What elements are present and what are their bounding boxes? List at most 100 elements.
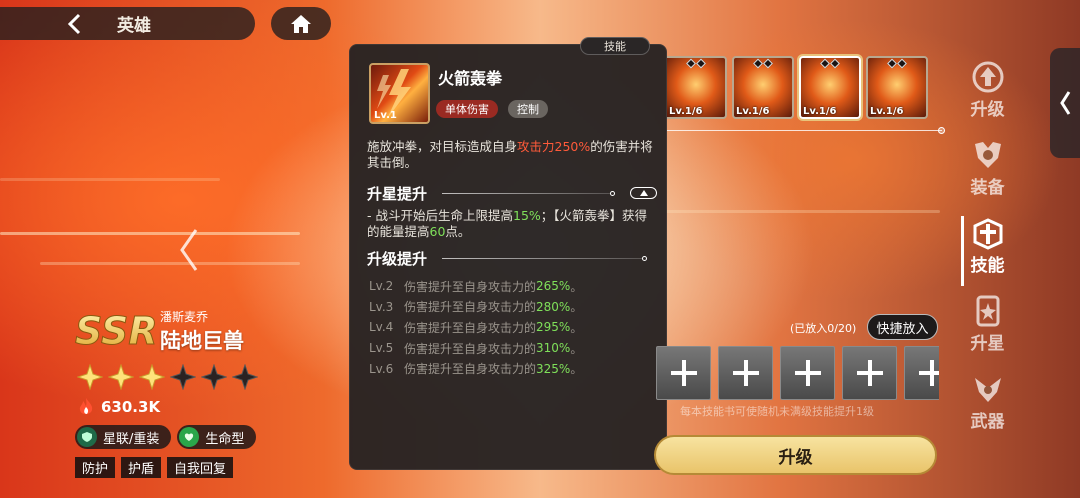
skill-description: 施放冲拳，对目标造成自身攻击力250%的伤害并将其击倒。 [367,139,653,170]
star-section-title: 升星提升 [367,185,428,203]
side-panel-toggle[interactable] [1050,48,1080,158]
skill-thumbnail[interactable]: Lv.1/6 [799,56,861,119]
empty-book-slot[interactable] [718,346,773,400]
rank-diamonds [753,58,773,69]
plus-icon [732,360,759,386]
ssr-rarity-logo: SSR [75,306,159,354]
sidebar-item-label: 装备 [970,178,1005,198]
skill-thumbnail[interactable]: Lv.1/6 [667,56,727,119]
star-description: - 战斗开始后生命上限提高15%；【火箭轰拳】获得的能量提高60点。 [367,208,648,239]
bg-streak [0,232,300,235]
sidebar-item-label: 升星 [970,334,1005,354]
star-filled-icon [77,364,103,390]
thumbnail-level: Lv.1/6 [870,106,904,117]
home-icon [291,14,311,33]
chevron-left-icon [1060,91,1071,115]
heart-icon [179,427,200,447]
slot-count: (已放入0/20) [790,322,857,335]
power-display: 630.3K [77,397,160,417]
collapse-button[interactable] [630,187,657,199]
level-row: Lv.6 伤害提升至自身攻击力的 325%。 [369,361,583,377]
quick-insert-button[interactable]: 快捷放入 [867,314,938,340]
attack-percent: 攻击力250% [517,139,591,154]
plus-icon [856,360,883,386]
sidebar-item-label: 技能 [970,256,1005,276]
shield-icon [77,427,97,447]
sidebar-item-1[interactable]: 装备 [955,138,1020,208]
level-up-icon [972,61,1003,93]
slot-hint: 每本技能书可使随机未满级技能提升1级 [680,405,874,418]
divider-dot [642,256,647,261]
skill-detail-popup: Lv.1 火箭轰拳 单体伤害 控制 施放冲拳，对目标造成自身攻击力250%的伤害… [349,44,667,470]
empty-book-slot[interactable] [904,346,939,400]
class-tag-label: 星联/重装 [103,431,160,447]
sidebar-item-2[interactable]: 技能 [955,216,1020,286]
trait-chip: 自我回复 [167,457,234,478]
strip-scroll-track[interactable] [667,127,945,134]
star-up-icon [976,295,999,327]
plus-icon [918,360,939,386]
upgrade-button[interactable]: 升级 [654,435,937,475]
star-empty-icon [170,364,196,390]
divider [442,193,610,194]
hero-tag-row: 星联/重装 生命型 [75,425,257,449]
skill-tags: 单体伤害 控制 [436,100,548,118]
bg-streak [0,178,220,181]
hero-name: 陆地巨兽 [160,329,244,353]
sidebar-item-label: 升级 [970,100,1005,120]
hero-subtitle: 潘斯麦乔 [160,310,209,324]
empty-book-slot[interactable] [656,346,711,400]
sidebar-item-0[interactable]: 升级 [955,60,1020,130]
triangle-up-icon [639,190,648,196]
sidebar-item-3[interactable]: 升星 [955,294,1020,364]
trait-chip: 护盾 [121,457,162,478]
star-filled-icon [108,364,134,390]
skill-tag: 单体伤害 [436,100,498,118]
skill-thumbnail[interactable]: Lv.1/6 [866,56,928,119]
divider-dot [610,191,615,196]
plus-icon [670,360,697,386]
title-bar: 英雄 [0,7,255,40]
thumbnail-level: Lv.1/6 [736,106,770,117]
power-value: 630.3K [101,398,161,416]
star-filled-icon [139,364,165,390]
home-button[interactable] [271,7,331,40]
skill-fist-icon: Lv.1 [369,63,430,124]
type-tag-label: 生命型 [205,431,245,447]
rank-diamonds [887,58,907,69]
empty-book-slot[interactable] [780,346,835,400]
divider [442,258,642,259]
thumbnail-level: Lv.1/6 [669,106,703,117]
class-tag: 星联/重装 [75,425,172,449]
tab-skill[interactable]: 技能 [580,37,650,55]
empty-book-slot[interactable] [842,346,897,400]
thumbnail-level: Lv.1/6 [803,106,837,117]
skill-book-slots [656,346,939,400]
trait-chip: 防护 [75,457,116,478]
star-empty-icon [201,364,227,390]
skill-level: Lv.1 [374,110,397,121]
bg-streak [40,262,300,265]
sidebar-item-4[interactable]: 武器 [955,372,1020,442]
prev-hero-arrow[interactable] [178,228,200,272]
level-row: Lv.2 伤害提升至自身攻击力的 265%。 [369,279,583,294]
skill-thumbnail-strip: Lv.1/6 Lv.1/6 Lv.1/6 Lv.1/6 [667,56,928,119]
skill-tag: 控制 [508,100,548,118]
flame-icon [79,398,93,415]
type-tag: 生命型 [177,425,257,449]
skill-icon [973,218,1002,250]
track-dot [938,127,945,134]
skill-name: 火箭轰拳 [438,69,503,88]
plus-icon [794,360,821,386]
skill-thumbnail[interactable]: Lv.1/6 [732,56,794,119]
bg-streak [660,210,940,213]
level-row: Lv.5 伤害提升至自身攻击力的 310%。 [369,341,583,356]
back-arrow-icon[interactable] [55,7,95,40]
svg-text:SSR: SSR [75,309,155,352]
rank-diamonds [820,58,840,69]
level-row: Lv.3 伤害提升至自身攻击力的 280%。 [369,299,583,315]
weapon-icon [974,378,1001,402]
trait-chips: 防护 护盾 自我回复 [75,457,234,478]
star-rating [77,364,258,390]
rank-diamonds [686,58,706,69]
